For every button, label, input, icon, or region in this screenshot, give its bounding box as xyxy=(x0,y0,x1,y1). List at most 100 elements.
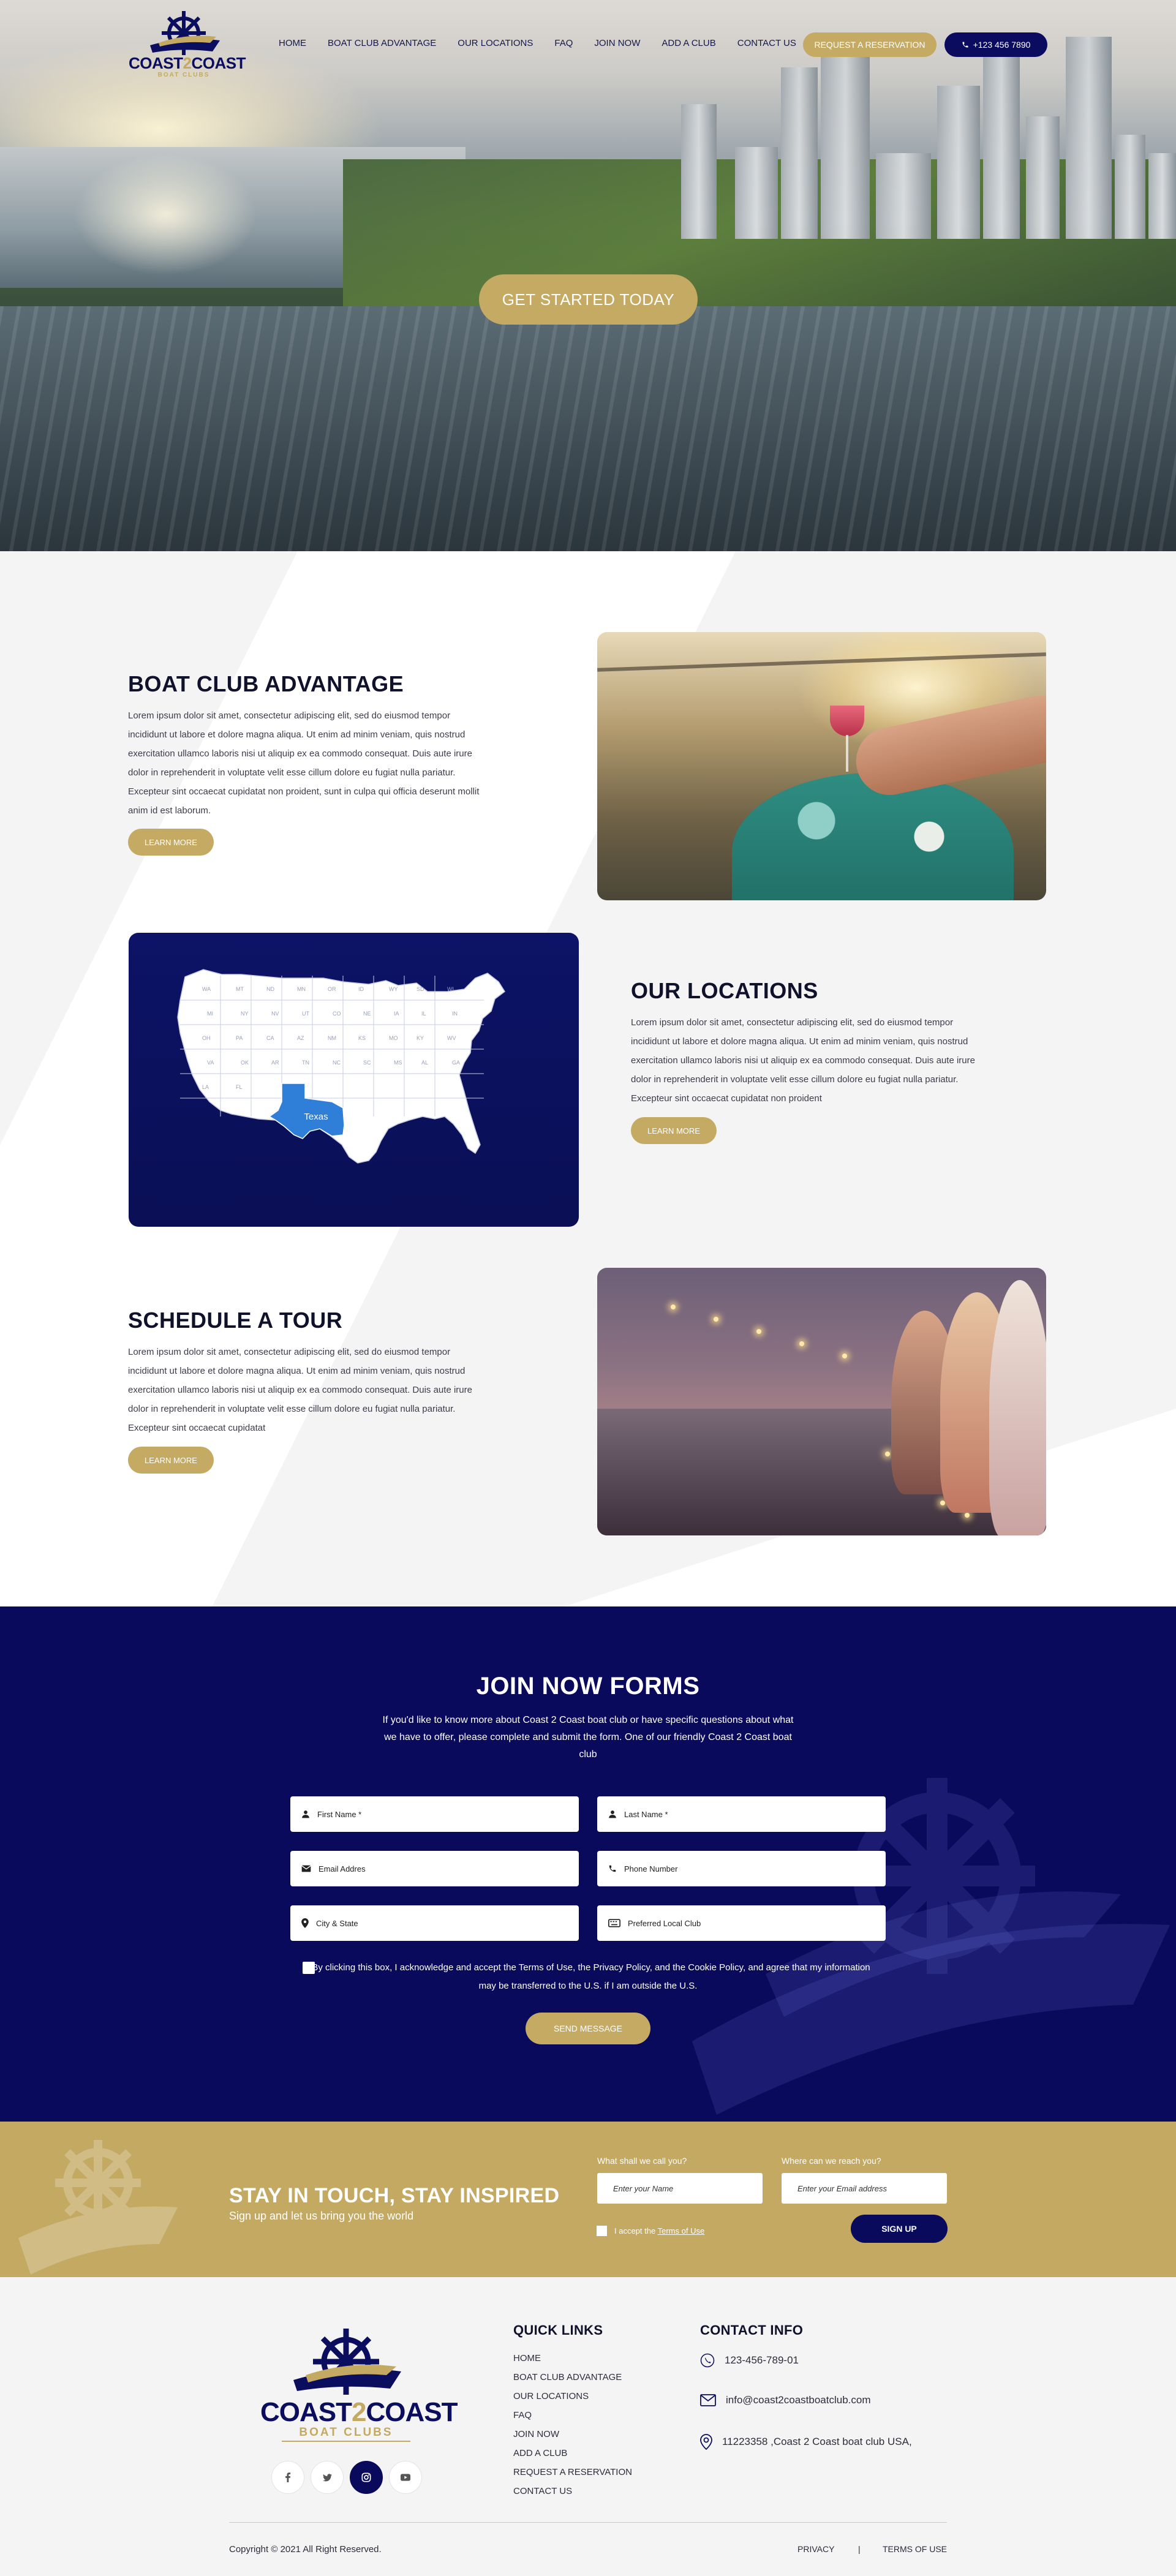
youtube-icon[interactable] xyxy=(389,2461,422,2494)
terms-of-use-footer-link[interactable]: TERMS OF USE xyxy=(883,2544,947,2554)
newsletter-email-input[interactable] xyxy=(782,2173,947,2204)
first-name-input[interactable] xyxy=(317,1809,550,1819)
learn-more-button-locations[interactable]: LEARN MORE xyxy=(631,1117,717,1144)
city-state-input[interactable] xyxy=(316,1918,549,1928)
user-icon xyxy=(609,1810,616,1818)
consent-block: * By clicking this box, I acknowledge an… xyxy=(300,1959,876,1995)
email-field[interactable] xyxy=(290,1851,579,1886)
terms-of-use-link[interactable]: Terms of Use xyxy=(658,2226,705,2235)
footer-link-request-a-reservation[interactable]: REQUEST A RESERVATION xyxy=(513,2467,632,2477)
state-label: UT xyxy=(302,1011,309,1017)
phone-icon xyxy=(700,2353,715,2368)
state-label: TN xyxy=(302,1060,309,1066)
state-label: NE xyxy=(363,1011,371,1017)
feature-text-boat-club-advantage: Lorem ipsum dolor sit amet, consectetur … xyxy=(128,710,480,816)
instagram-icon[interactable] xyxy=(350,2461,383,2494)
newsletter-subtitle: Sign up and let us bring you the world xyxy=(229,2210,414,2222)
join-now-section: JOIN NOW FORMS If you'd like to know mor… xyxy=(0,1606,1176,2122)
phone-button[interactable]: +123 456 7890 xyxy=(944,32,1047,57)
nav-join-now[interactable]: JOIN NOW xyxy=(594,38,640,50)
state-label: AZ xyxy=(297,1035,304,1041)
sign-up-button[interactable]: SIGN UP xyxy=(851,2215,948,2243)
nav-contact-us[interactable]: CONTACT US xyxy=(737,38,796,50)
email-input[interactable] xyxy=(318,1864,551,1874)
state-label: ID xyxy=(358,986,364,992)
footer-logo-tagline: BOAT CLUBS xyxy=(299,2426,393,2439)
keyboard-icon xyxy=(608,1919,620,1927)
copyright-text: Copyright © 2021 All Right Reserved. xyxy=(229,2544,382,2555)
feature-image-party-on-deck xyxy=(597,1268,1046,1535)
footer-link-our-locations[interactable]: OUR LOCATIONS xyxy=(513,2391,589,2401)
state-label: CO xyxy=(333,1011,341,1017)
terms-accept-row: I accept the Terms of Use xyxy=(597,2226,704,2236)
state-label: SD xyxy=(417,986,424,992)
state-label: CA xyxy=(266,1035,274,1041)
envelope-icon xyxy=(700,2394,716,2406)
main-nav: HOME BOAT CLUB ADVANTAGE OUR LOCATIONS F… xyxy=(279,38,818,50)
newsletter-name-input[interactable] xyxy=(597,2173,763,2204)
phone-input[interactable] xyxy=(624,1864,857,1874)
us-locations-map[interactable]: Texas WA MT ND MN OR ID WY SD WI MI NY NV UT CO NE IA IL… xyxy=(129,933,579,1227)
state-label: IA xyxy=(394,1011,399,1017)
contact-phone[interactable]: 123-456-789-01 xyxy=(700,2353,799,2368)
state-label: VA xyxy=(207,1060,214,1066)
contact-email[interactable]: info@coast2coastboatclub.com xyxy=(700,2394,871,2406)
learn-more-button-boat-club[interactable]: LEARN MORE xyxy=(128,829,214,856)
nav-our-locations[interactable]: OUR LOCATIONS xyxy=(458,38,533,50)
footer-link-join-now[interactable]: JOIN NOW xyxy=(513,2429,559,2439)
phone-icon xyxy=(962,42,968,48)
join-now-title: JOIN NOW FORMS xyxy=(476,1673,700,1700)
phone-field[interactable] xyxy=(597,1851,886,1886)
quick-links-title: QUICK LINKS xyxy=(513,2322,603,2338)
footer-link-contact-us[interactable]: CONTACT US xyxy=(513,2486,572,2496)
state-label: MT xyxy=(236,986,244,992)
city-state-field[interactable] xyxy=(290,1905,579,1941)
contact-address-text: 11223358 ,Coast 2 Coast boat club USA, xyxy=(722,2436,912,2447)
first-name-field[interactable] xyxy=(290,1796,579,1832)
footer-link-home[interactable]: HOME xyxy=(513,2353,541,2363)
send-message-button[interactable]: SEND MESSAGE xyxy=(526,2013,650,2044)
nav-boat-club-advantage[interactable]: BOAT CLUB ADVANTAGE xyxy=(328,38,436,50)
state-label: KY xyxy=(417,1035,424,1041)
site-logo[interactable]: COAST2COAST BOAT CLUBS xyxy=(129,9,246,82)
last-name-field[interactable] xyxy=(597,1796,886,1832)
texas-label: Texas xyxy=(304,1112,328,1122)
footer-link-faq[interactable]: FAQ xyxy=(513,2410,532,2420)
preferred-club-input[interactable] xyxy=(628,1918,861,1928)
state-label: LA xyxy=(202,1084,209,1090)
consent-checkbox[interactable] xyxy=(303,1962,315,1974)
state-label: WA xyxy=(202,986,211,992)
footer-link-add-a-club[interactable]: ADD A CLUB xyxy=(513,2448,567,2458)
contact-address: 11223358 ,Coast 2 Coast boat club USA, xyxy=(700,2434,912,2450)
learn-more-button-tour[interactable]: LEARN MORE xyxy=(128,1447,214,1474)
us-map-graphic: Texas WA MT ND MN OR ID WY SD WI MI NY NV UT CO NE IA IL… xyxy=(177,969,506,1164)
newsletter-name-label: What shall we call you? xyxy=(597,2156,687,2166)
twitter-icon[interactable] xyxy=(311,2461,344,2494)
state-label: ND xyxy=(266,986,274,992)
footer-link-boat-club-advantage[interactable]: BOAT CLUB ADVANTAGE xyxy=(513,2372,622,2382)
state-label: NM xyxy=(328,1035,336,1041)
terms-accept-text: I accept the xyxy=(614,2226,656,2235)
state-label: IN xyxy=(452,1011,458,1017)
nav-home[interactable]: HOME xyxy=(279,38,306,50)
contact-info-title: CONTACT INFO xyxy=(700,2322,804,2338)
request-reservation-button[interactable]: REQUEST A RESERVATION xyxy=(803,32,937,57)
state-label: OK xyxy=(241,1060,249,1066)
nav-faq[interactable]: FAQ xyxy=(554,38,573,50)
get-started-button[interactable]: GET STARTED TODAY xyxy=(479,274,698,325)
consent-text: * By clicking this box, I acknowledge an… xyxy=(306,1962,870,1991)
nav-add-a-club[interactable]: ADD A CLUB xyxy=(662,38,715,50)
feature-text-our-locations: Lorem ipsum dolor sit amet, consectetur … xyxy=(631,1017,975,1104)
facebook-icon[interactable] xyxy=(271,2461,304,2494)
footer-logo[interactable]: COAST2COAST BOAT CLUBS xyxy=(260,2326,458,2449)
newsletter-email-label: Where can we reach you? xyxy=(782,2156,881,2166)
privacy-link[interactable]: PRIVACY xyxy=(797,2544,834,2554)
feature-title-schedule-a-tour: SCHEDULE A TOUR xyxy=(128,1308,343,1333)
footer-logo-wordmark: COAST2COAST xyxy=(260,2397,458,2427)
state-label: NY xyxy=(241,1011,249,1017)
features-section: BOAT CLUB ADVANTAGE Lorem ipsum dolor si… xyxy=(0,551,1176,1606)
user-icon xyxy=(302,1810,309,1818)
preferred-club-field[interactable] xyxy=(597,1905,886,1941)
last-name-input[interactable] xyxy=(624,1809,857,1819)
terms-checkbox[interactable] xyxy=(597,2226,607,2236)
